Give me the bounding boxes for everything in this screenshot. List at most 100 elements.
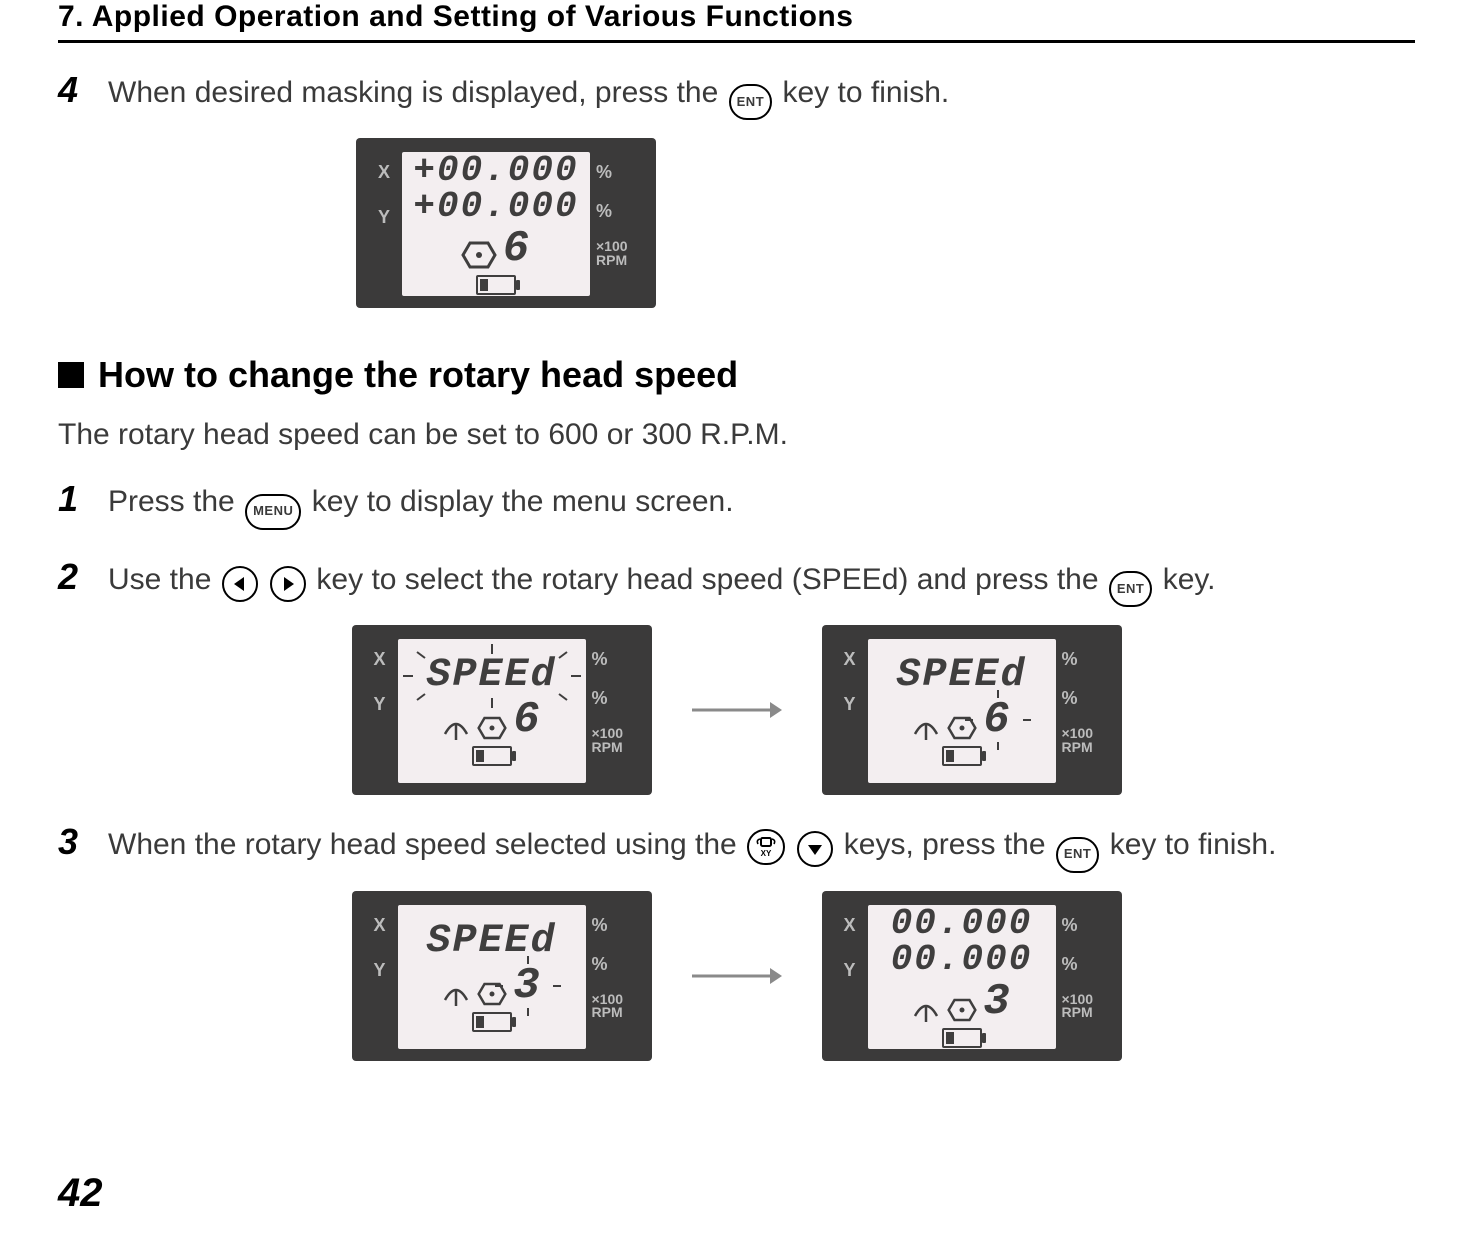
x-label: X: [843, 649, 855, 670]
step-4: 4 When desired masking is displayed, pre…: [58, 69, 1415, 120]
lcd-row1-value: +00.000: [413, 153, 578, 189]
percent-label: %: [596, 162, 612, 183]
y-label: Y: [843, 694, 855, 715]
arrow-right-icon: [692, 698, 782, 722]
x-label: X: [373, 915, 385, 936]
key-label: MENU: [253, 504, 293, 519]
rpm-text: RPM: [596, 252, 627, 268]
arrow-right-icon: [692, 964, 782, 988]
percent-label: %: [592, 688, 608, 709]
battery-icon: [476, 275, 516, 295]
text-fragment: keys, press the: [844, 828, 1054, 861]
lcd-panel: X Y 00.000 00.000 3 %% ×100RPM: [822, 891, 1122, 1061]
text-fragment: key.: [1163, 563, 1216, 596]
x-label: X: [373, 649, 385, 670]
key-label: ENT: [1064, 847, 1092, 862]
percent-label: %: [592, 915, 608, 936]
step-text: When the rotary head speed selected usin…: [108, 828, 1276, 872]
text-fragment: When the rotary head speed selected usin…: [108, 828, 745, 861]
text-fragment: key to finish.: [1110, 828, 1277, 861]
flash-marks-icon: [398, 644, 586, 708]
percent-label: %: [1062, 688, 1078, 709]
lcd-panel: XY SPEEd 6 %%×100RP: [352, 625, 652, 795]
lcd-row-3: XY SPEEd 3 %%×100RPM: [58, 891, 1415, 1061]
lcd-row2-value: +00.000: [413, 189, 578, 225]
battery-icon: [472, 746, 512, 766]
y-label: Y: [373, 694, 385, 715]
rpm-label: ×100RPM: [596, 240, 628, 267]
lcd-row-2: XY SPEEd 6 %%×100RP: [58, 625, 1415, 795]
rpm-label: ×100RPM: [592, 993, 624, 1020]
antenna-icon: [911, 714, 941, 742]
battery-icon: [942, 746, 982, 766]
text-fragment: key to select the rotary head speed (SPE…: [316, 563, 1106, 596]
rpm-label: ×100RPM: [592, 727, 624, 754]
antenna-icon: [441, 714, 471, 742]
battery-icon: [942, 1028, 982, 1048]
text-fragment: Press the: [108, 485, 243, 518]
step-3: 3 When the rotary head speed selected us…: [58, 821, 1415, 872]
percent-label: %: [1062, 915, 1078, 936]
rpm-text: RPM: [592, 1004, 623, 1020]
text-fragment: Use the: [108, 563, 220, 596]
text-fragment: When desired masking is displayed, press…: [108, 76, 727, 109]
lcd-panel: X Y +00.000 +00.000 6 % % ×100RPM: [356, 138, 656, 308]
percent-label: %: [596, 201, 612, 222]
rpm-text: RPM: [1062, 1004, 1093, 1020]
lcd-row2-value: 00.000: [891, 942, 1033, 978]
key-label: ENT: [1117, 582, 1145, 597]
chapter-heading: 7. Applied Operation and Setting of Vari…: [58, 0, 1415, 43]
key-label: ENT: [737, 95, 765, 110]
antenna-icon: [911, 996, 941, 1024]
step-number: 4: [58, 69, 108, 111]
percent-label: %: [1062, 649, 1078, 670]
section-heading: How to change the rotary head speed: [58, 354, 1415, 396]
lcd-digit: 6: [503, 227, 531, 271]
hexagon-icon: [947, 996, 977, 1024]
step-text: Use the key to select the rotary head sp…: [108, 563, 1216, 607]
lcd-digit: 3: [983, 980, 1011, 1024]
lcd-row1-value: 00.000: [891, 906, 1033, 942]
svg-text:XY: XY: [761, 849, 772, 858]
hexagon-icon: [461, 239, 497, 271]
page-number: 42: [58, 1171, 1415, 1216]
lcd-row-1: X Y +00.000 +00.000 6 % % ×100RPM: [58, 138, 1415, 308]
rpm-label: ×100RPM: [1062, 993, 1094, 1020]
down-arrow-key-icon: [797, 831, 833, 867]
step-text: Press the MENU key to display the menu s…: [108, 485, 734, 529]
percent-label: %: [592, 954, 608, 975]
text-fragment: key to display the menu screen.: [312, 485, 734, 518]
text-fragment: key to finish.: [782, 76, 949, 109]
battery-icon: [472, 1012, 512, 1032]
left-arrow-key-icon: [222, 566, 258, 602]
step-number: 2: [58, 556, 108, 598]
square-bullet-icon: [58, 362, 84, 388]
menu-key-icon: MENU: [245, 494, 301, 530]
x-label: X: [843, 915, 855, 936]
hexagon-icon: [477, 714, 507, 742]
step-number: 1: [58, 478, 108, 520]
rpm-label: ×100RPM: [1062, 727, 1094, 754]
rpm-text: RPM: [592, 739, 623, 755]
intro-text: The rotary head speed can be set to 600 …: [58, 418, 1415, 452]
x-label: X: [378, 162, 390, 183]
ent-key-icon: ENT: [1056, 837, 1100, 873]
y-label: Y: [843, 960, 855, 981]
antenna-icon: [441, 980, 471, 1008]
percent-label: %: [592, 649, 608, 670]
rpm-text: RPM: [1062, 739, 1093, 755]
y-label: Y: [373, 960, 385, 981]
y-label: Y: [378, 207, 390, 228]
percent-label: %: [1062, 954, 1078, 975]
flash-marks-icon: [493, 956, 563, 1016]
step-1: 1 Press the MENU key to display the menu…: [58, 478, 1415, 529]
lcd-panel: XY SPEEd 6 %%×100RPM: [822, 625, 1122, 795]
ent-key-icon: ENT: [729, 84, 773, 120]
section-title: How to change the rotary head speed: [98, 354, 738, 396]
lcd-panel: XY SPEEd 3 %%×100RPM: [352, 891, 652, 1061]
xy-key-icon: XY: [747, 829, 785, 865]
step-number: 3: [58, 821, 108, 863]
right-arrow-key-icon: [270, 566, 306, 602]
ent-key-icon: ENT: [1109, 571, 1153, 607]
flash-marks-icon: [963, 690, 1033, 750]
